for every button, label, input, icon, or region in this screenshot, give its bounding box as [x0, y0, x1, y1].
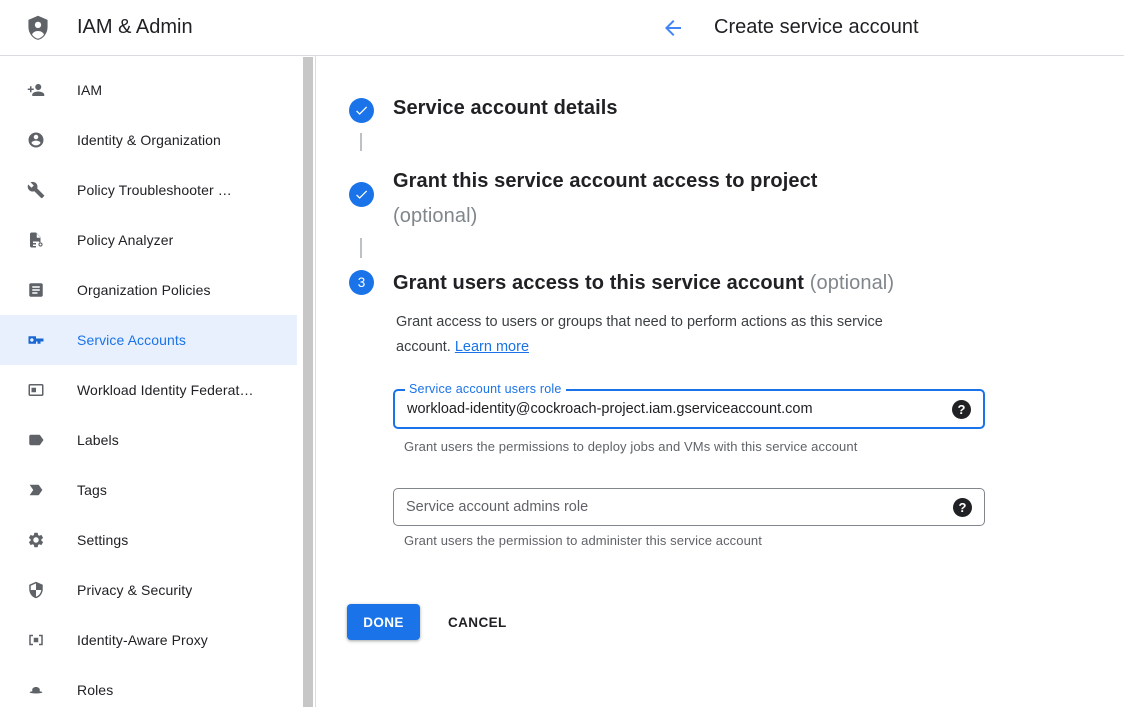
users-role-field: Service account users role ?	[393, 389, 985, 429]
sidebar-item-label: Identity-Aware Proxy	[77, 615, 208, 665]
admins-role-input[interactable]	[394, 489, 984, 525]
step-1-heading: Service account details	[393, 97, 618, 120]
sidebar-item-label: Settings	[77, 515, 128, 565]
admins-role-field: ?	[393, 488, 985, 526]
sidebar-scrollbar-thumb[interactable]	[303, 57, 313, 707]
sidebar-item-service-accounts[interactable]: Service Accounts	[0, 315, 297, 365]
sidebar-item-policy-troubleshooter[interactable]: Policy Troubleshooter …	[0, 165, 297, 215]
sidebar-item-label: Policy Troubleshooter …	[77, 165, 232, 215]
sidebar-item-privacy-security[interactable]: Privacy & Security	[0, 565, 297, 615]
sidebar-item-workload-identity-federation[interactable]: Workload Identity Federat…	[0, 365, 297, 415]
sidebar-item-label: Tags	[77, 465, 107, 515]
sidebar-item-label: IAM	[77, 65, 102, 115]
step-1-complete-check-icon	[349, 98, 374, 123]
step-3-description: Grant access to users or groups that nee…	[396, 310, 941, 360]
step-3-heading: Grant users access to this service accou…	[393, 272, 894, 295]
help-icon[interactable]: ?	[952, 400, 971, 419]
tag-arrow-icon	[27, 481, 45, 499]
cancel-button[interactable]: CANCEL	[436, 604, 519, 640]
product-name: IAM & Admin	[77, 16, 193, 39]
sidebar-item-tags[interactable]: Tags	[0, 465, 297, 515]
sidebar-item-label: Roles	[77, 665, 113, 707]
proxy-icon	[27, 631, 45, 649]
sidebar-item-organization-policies[interactable]: Organization Policies	[0, 265, 297, 315]
person-add-icon	[27, 81, 45, 99]
account-circle-icon	[27, 131, 45, 149]
page-title: Create service account	[714, 16, 919, 39]
sidebar-item-label: Identity & Organization	[77, 115, 221, 165]
help-icon[interactable]: ?	[953, 498, 972, 517]
wrench-icon	[27, 181, 45, 199]
sidebar-item-identity-organization[interactable]: Identity & Organization	[0, 115, 297, 165]
sidebar-item-label: Organization Policies	[77, 265, 211, 315]
sidebar-menu: IAM Identity & Organization Policy Troub…	[0, 57, 316, 707]
shield-half-icon	[27, 581, 45, 599]
step-3-number-badge: 3	[349, 270, 374, 295]
step-connector	[360, 238, 362, 258]
service-account-key-icon	[27, 331, 45, 349]
step-3-optional-label: (optional)	[810, 272, 894, 294]
sidebar-item-labels[interactable]: Labels	[0, 415, 297, 465]
sidebar-item-label: Workload Identity Federat…	[77, 365, 254, 415]
sidebar: IAM Identity & Organization Policy Troub…	[0, 0, 316, 707]
step-2-title: Grant this service account access to pro…	[393, 170, 818, 192]
step-3-number: 3	[358, 275, 366, 290]
sidebar-item-iam[interactable]: IAM	[0, 65, 297, 115]
sidebar-item-label: Privacy & Security	[77, 565, 192, 615]
sidebar-item-roles[interactable]: Roles	[0, 665, 297, 707]
step-2-complete-check-icon	[349, 182, 374, 207]
hat-icon	[27, 681, 45, 699]
top-app-bar: IAM & Admin Create service account	[0, 0, 1124, 56]
users-role-helper-text: Grant users the permissions to deploy jo…	[404, 439, 857, 454]
step-connector	[360, 133, 362, 151]
step-3-title: Grant users access to this service accou…	[393, 272, 804, 294]
gear-icon	[27, 531, 45, 549]
sidebar-item-identity-aware-proxy[interactable]: Identity-Aware Proxy	[0, 615, 297, 665]
policy-analyzer-icon	[27, 231, 45, 249]
iam-admin-shield-icon	[24, 14, 52, 42]
step-2-heading: Grant this service account access to pro…	[393, 164, 818, 234]
done-button[interactable]: DONE	[347, 604, 420, 640]
users-role-input[interactable]	[395, 391, 983, 427]
step-2-optional-label: (optional)	[393, 199, 818, 234]
article-icon	[27, 281, 45, 299]
sidebar-item-label: Policy Analyzer	[77, 215, 173, 265]
learn-more-link[interactable]: Learn more	[455, 339, 529, 355]
sidebar-item-label: Service Accounts	[77, 315, 186, 365]
sidebar-item-settings[interactable]: Settings	[0, 515, 297, 565]
back-arrow-icon[interactable]	[661, 16, 685, 40]
main-content: Service account details Grant this servi…	[316, 0, 1124, 707]
label-icon	[27, 431, 45, 449]
id-card-icon	[27, 381, 45, 399]
sidebar-item-policy-analyzer[interactable]: Policy Analyzer	[0, 215, 297, 265]
admins-role-helper-text: Grant users the permission to administer…	[404, 533, 762, 548]
sidebar-item-label: Labels	[77, 415, 119, 465]
